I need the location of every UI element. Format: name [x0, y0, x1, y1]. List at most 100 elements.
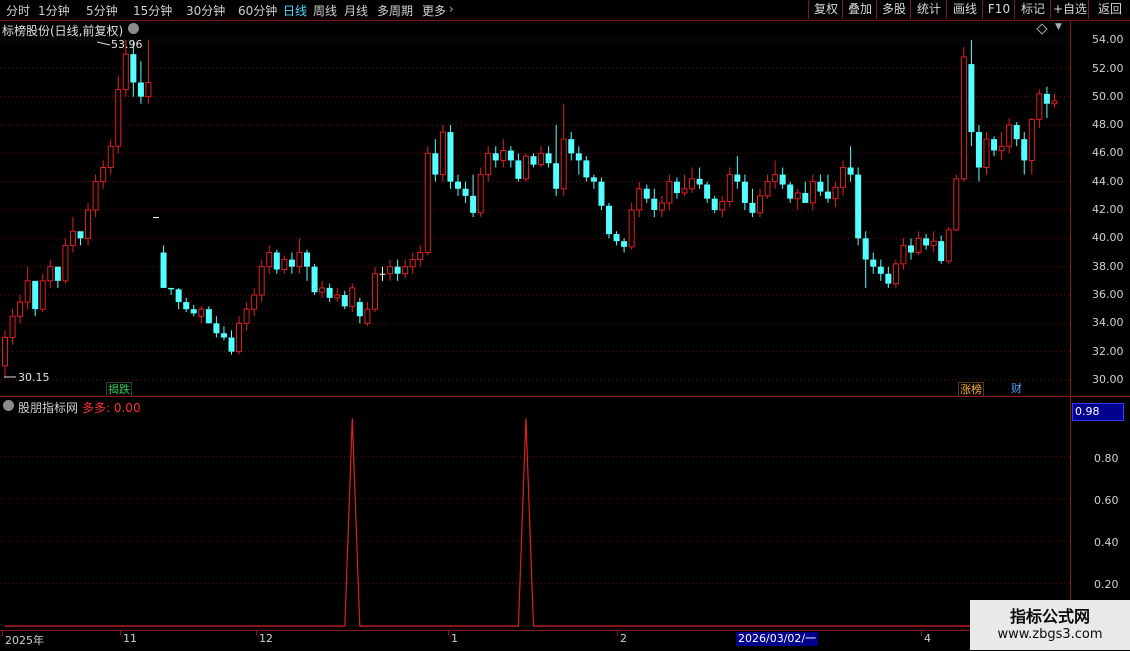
candle-body [145, 82, 152, 98]
price-tick: 48.00 [1092, 118, 1124, 131]
candle [273, 249, 280, 274]
candle [968, 40, 975, 147]
candle-body [553, 163, 560, 189]
candle-body [892, 263, 899, 285]
candle [326, 283, 333, 303]
candle [447, 125, 454, 189]
candle [598, 177, 605, 210]
candle-body [1028, 118, 1035, 161]
candle [175, 287, 182, 310]
candle-body [666, 181, 673, 204]
candle [983, 132, 990, 175]
candle [364, 302, 371, 327]
candle [538, 146, 545, 168]
candle [107, 139, 114, 175]
candle-body [62, 244, 69, 282]
candle-body [304, 252, 310, 267]
candle-body [749, 202, 756, 213]
candle-body [213, 323, 220, 334]
candle-body [923, 238, 930, 246]
candle [749, 188, 756, 218]
candle [817, 174, 824, 196]
candle [794, 188, 801, 210]
panel-divider[interactable] [0, 396, 1130, 397]
candle [17, 295, 24, 324]
candle-body [522, 155, 529, 180]
candle-body [47, 266, 54, 282]
candle-body [273, 252, 280, 270]
candle-body [251, 294, 258, 310]
candle [334, 287, 341, 303]
candle-body [568, 139, 575, 154]
candle [85, 202, 92, 246]
candle [643, 184, 650, 203]
candle-body [507, 150, 514, 161]
candle-body [122, 53, 129, 91]
candle-body [560, 138, 567, 190]
candle-body [1051, 100, 1058, 105]
candle [9, 309, 16, 345]
candle-body [673, 181, 680, 193]
candle-body [1013, 125, 1020, 140]
candle-body [364, 308, 371, 324]
candle-body [515, 160, 522, 179]
price-tick: 34.00 [1092, 316, 1124, 329]
candle-body [100, 167, 107, 183]
date-tick-mark [256, 631, 257, 636]
indicator-tick: 0.60 [1094, 494, 1119, 507]
candle [100, 160, 107, 189]
candle [198, 306, 205, 324]
candle-body [538, 152, 545, 166]
candle [281, 255, 288, 274]
candle-body [960, 56, 967, 180]
candle [870, 252, 877, 274]
candle [341, 290, 348, 310]
candle [522, 153, 529, 182]
price-tick: 30.00 [1092, 373, 1124, 386]
candle [666, 174, 673, 210]
kline-chart[interactable] [0, 0, 1130, 650]
candle-body [243, 308, 250, 324]
candle-body [764, 181, 771, 197]
candle-body [85, 209, 92, 239]
candle [236, 316, 243, 355]
candle-body [432, 153, 439, 175]
candle-body [160, 252, 167, 288]
candle-body [462, 188, 469, 196]
candle [960, 47, 967, 182]
candle-body [356, 302, 363, 317]
candle [832, 181, 839, 208]
candle-body [545, 153, 552, 164]
candle [296, 238, 303, 274]
candle-body [658, 202, 665, 211]
candle-body [266, 252, 273, 268]
indicator-name[interactable]: 股朋指标网 [18, 399, 78, 416]
right-side-panel-edge[interactable] [1122, 20, 1130, 440]
candle [757, 188, 763, 218]
candle-body [885, 273, 892, 284]
candle [243, 302, 250, 331]
candle [47, 259, 54, 288]
candle [379, 266, 386, 281]
candle-body [402, 266, 409, 275]
candle-body [870, 259, 877, 267]
candle-body [719, 201, 726, 211]
candle [696, 167, 703, 189]
candle-body [998, 145, 1005, 151]
candle [998, 132, 1005, 161]
date-label: 4 [924, 632, 931, 645]
signal-label-jiedie[interactable]: 揭跌 [106, 382, 132, 397]
candle [741, 174, 748, 210]
candle-body [198, 308, 205, 317]
candle [568, 132, 575, 161]
date-tick-mark [448, 631, 449, 636]
candle [1013, 122, 1020, 147]
signal-label-cai[interactable]: 财 [1010, 382, 1023, 395]
candle [726, 167, 733, 208]
candle-body [500, 150, 507, 161]
signal-label-zhangbang[interactable]: 涨榜 [958, 382, 984, 397]
candle [840, 160, 847, 196]
candle [115, 75, 122, 154]
candle [424, 146, 431, 256]
chevron-down-icon[interactable] [3, 400, 14, 411]
